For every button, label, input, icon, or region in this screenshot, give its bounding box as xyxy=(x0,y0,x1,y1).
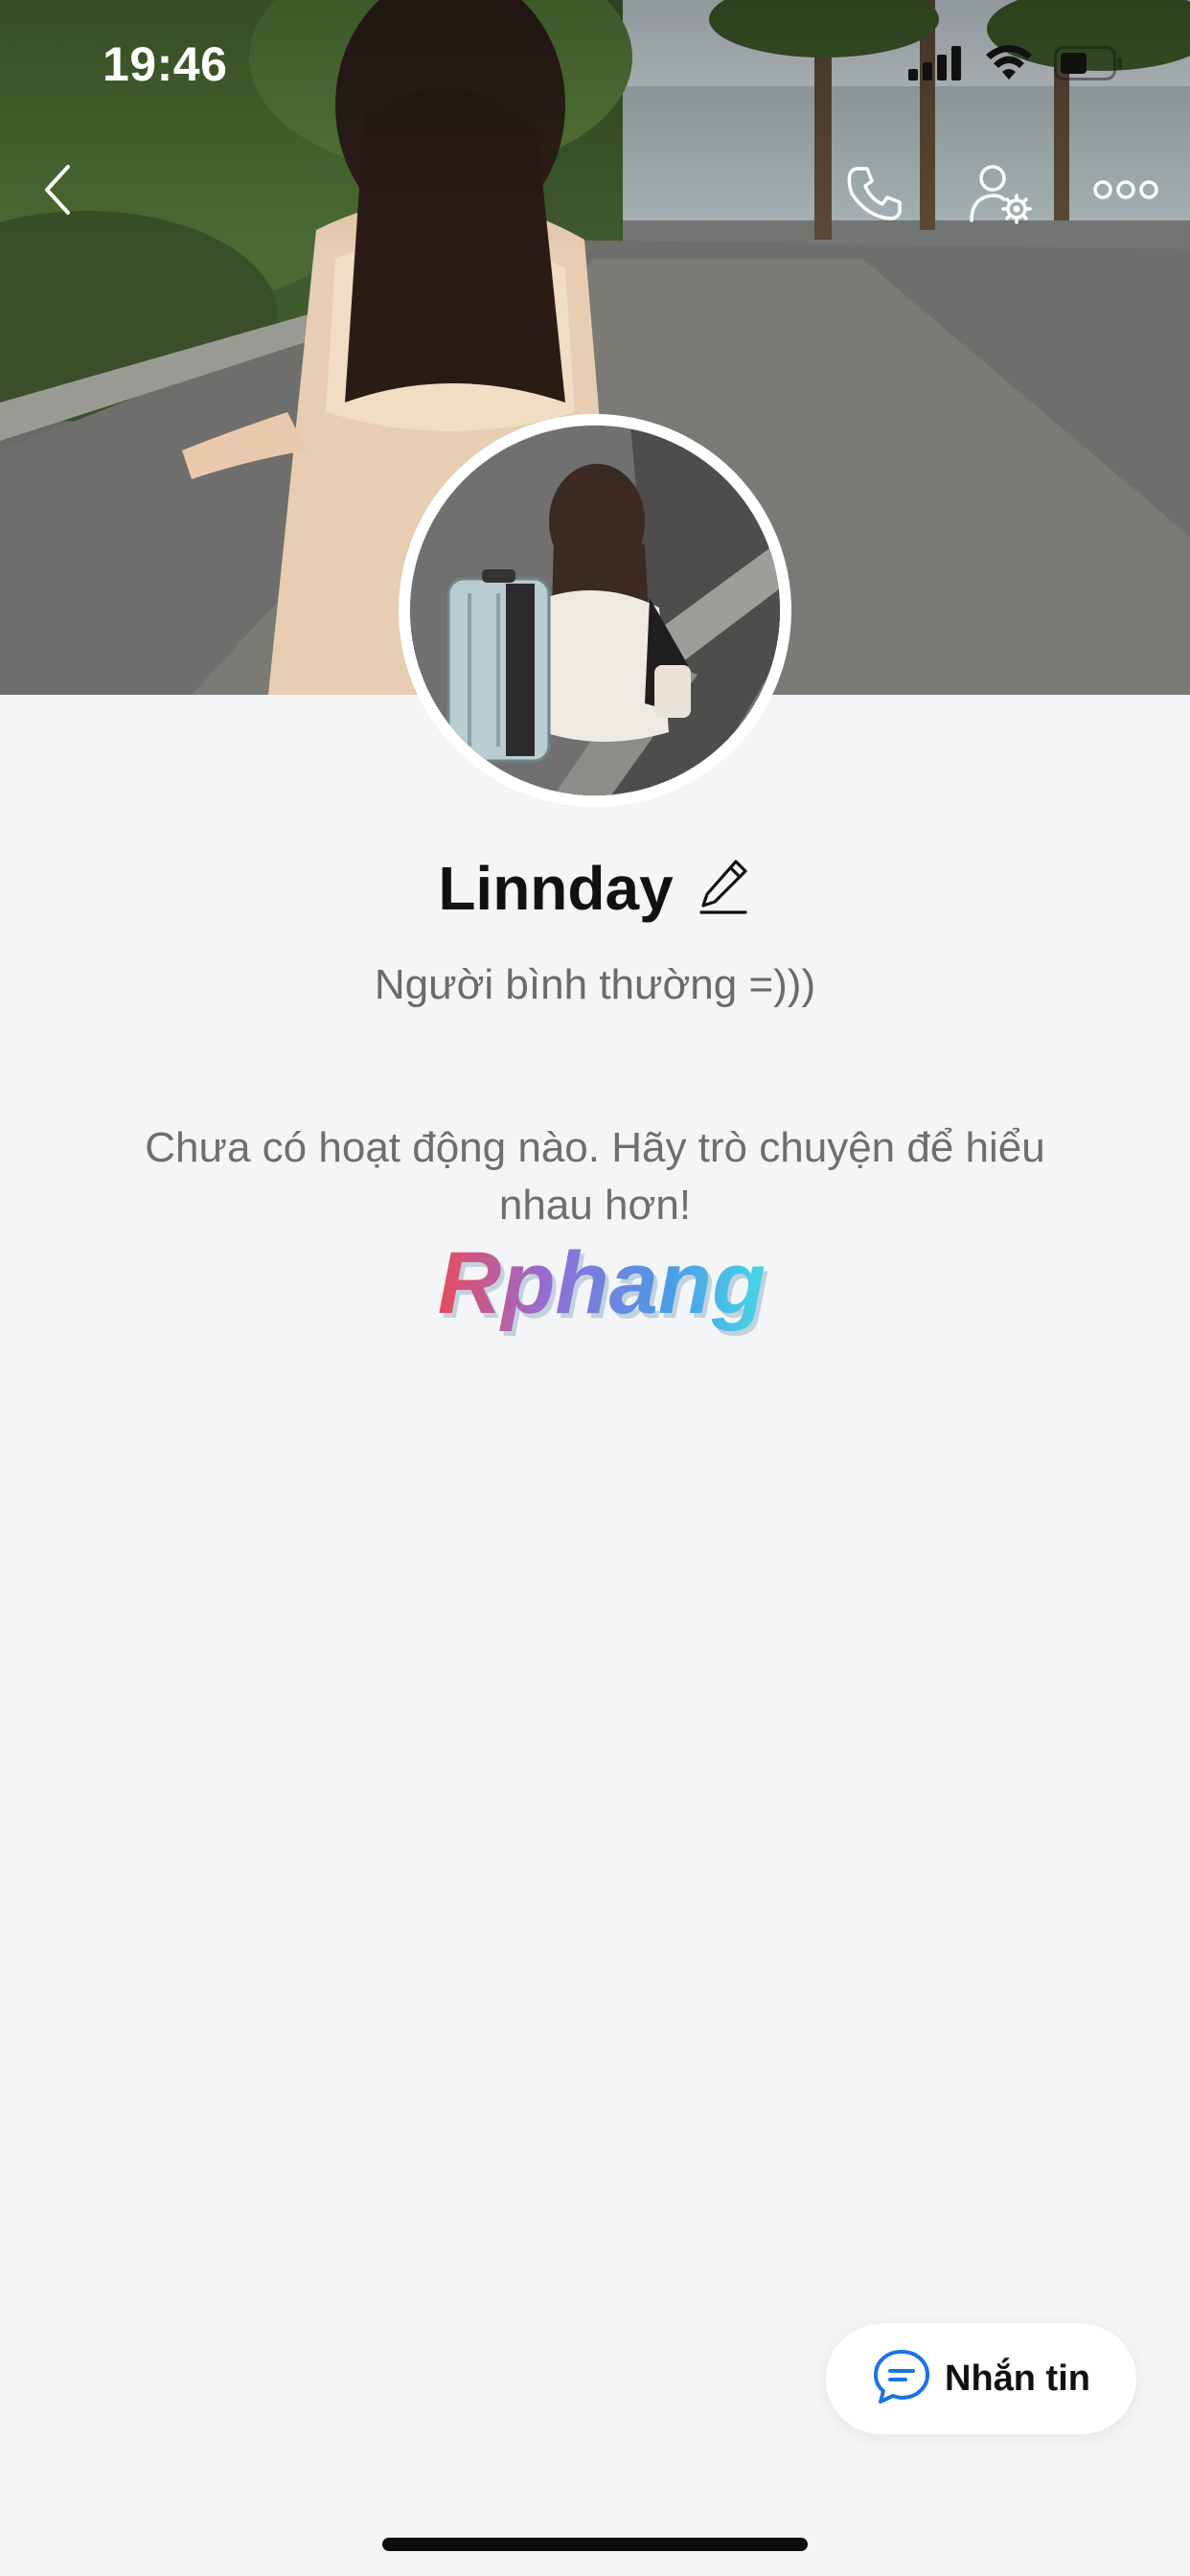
wifi-icon xyxy=(985,44,1033,86)
status-bar: 19:46 xyxy=(0,0,1190,129)
home-indicator xyxy=(382,2538,808,2551)
profile-status: Người bình thường =))) xyxy=(374,961,816,1008)
phone-call-icon xyxy=(844,163,905,229)
chat-bubble-icon xyxy=(872,2348,931,2410)
pencil-icon xyxy=(698,858,749,920)
profile-avatar[interactable] xyxy=(399,414,791,807)
battery-icon xyxy=(1054,45,1123,86)
top-nav xyxy=(0,144,1190,240)
svg-text:Rphang: Rphang xyxy=(438,1234,766,1332)
more-dots-icon xyxy=(1092,178,1159,206)
back-button[interactable] xyxy=(29,163,86,220)
empty-activity-message: Chưa có hoạt động nào. Hãy trò chuyện để… xyxy=(145,1124,1045,1229)
edit-name-button[interactable] xyxy=(695,858,752,919)
user-settings-icon xyxy=(968,161,1035,231)
more-options-button[interactable] xyxy=(1087,163,1164,220)
profile-name-row: Linnday xyxy=(0,845,1190,932)
back-chevron-icon xyxy=(41,163,74,221)
cellular-signal-icon xyxy=(908,45,964,85)
message-button-label: Nhắn tin xyxy=(945,2358,1090,2399)
profile-name: Linnday xyxy=(438,854,674,923)
watermark-logo: Rphang Rphang xyxy=(412,1234,786,1344)
status-time: 19:46 xyxy=(103,37,228,91)
status-icons xyxy=(908,44,1123,86)
call-button[interactable] xyxy=(836,157,913,234)
avatar-image xyxy=(410,426,780,795)
message-button[interactable]: Nhắn tin xyxy=(826,2324,1136,2434)
profile-settings-button[interactable] xyxy=(958,157,1044,234)
